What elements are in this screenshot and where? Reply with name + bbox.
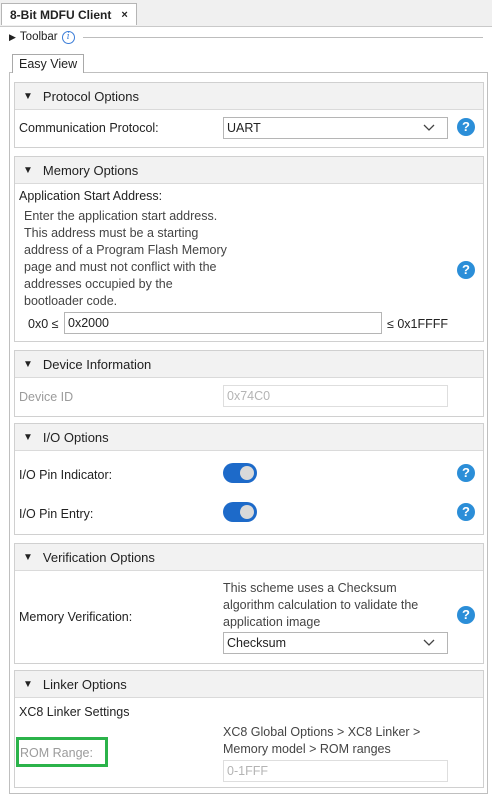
help-icon[interactable]: ? (457, 261, 475, 279)
address-min-label: 0x0 ≤ (28, 317, 59, 331)
linker-options-section: ▼ Linker Options XC8 Linker Settings XC8… (14, 670, 484, 788)
start-address-description-line: page and must not conflict with the (24, 260, 217, 274)
protocol-options-header[interactable]: ▼ Protocol Options (15, 83, 483, 110)
rom-range-value: 0-1FFF (227, 764, 268, 778)
address-max-label: ≤ 0x1FFFF (387, 317, 449, 331)
memory-options-header[interactable]: ▼ Memory Options (15, 157, 483, 184)
communication-protocol-value: UART (227, 121, 261, 135)
editor-tab[interactable]: 8-Bit MDFU Client × (1, 3, 137, 25)
section-title: Linker Options (42, 676, 127, 692)
verification-description-line: algorithm calculation to validate the (223, 598, 419, 612)
start-address-description-line: This address must be a starting (24, 226, 199, 240)
linker-description-line: Memory model > ROM ranges (223, 742, 391, 756)
collapse-caret-icon: ▼ (23, 551, 33, 563)
io-options-header[interactable]: ▼ I/O Options (15, 424, 483, 451)
application-start-address-input[interactable]: 0x2000 (64, 312, 382, 334)
help-icon[interactable]: ? (457, 606, 475, 624)
device-information-section: ▼ Device Information Device ID 0x74C0 (14, 350, 484, 417)
chevron-down-icon (419, 121, 439, 135)
memory-verification-value: Checksum (227, 636, 287, 650)
device-id-label: Device ID (19, 390, 74, 404)
linker-options-header[interactable]: ▼ Linker Options (15, 671, 483, 698)
memory-verification-label: Memory Verification: (19, 610, 133, 624)
verification-description-line: This scheme uses a Checksum (223, 581, 397, 595)
memory-options-section: ▼ Memory Options Application Start Addre… (14, 156, 484, 342)
help-icon[interactable]: ? (457, 503, 475, 521)
verification-options-header[interactable]: ▼ Verification Options (15, 544, 483, 571)
toolbar-divider (82, 36, 483, 38)
tab-easy-view-label: Easy View (19, 57, 78, 71)
verification-options-section: ▼ Verification Options Memory Verificati… (14, 543, 484, 664)
start-address-description-line: bootloader code. (24, 294, 118, 308)
linker-description-line: XC8 Global Options > XC8 Linker > (223, 725, 421, 739)
info-icon[interactable]: i (61, 30, 75, 44)
io-pin-indicator-label: I/O Pin Indicator: (19, 468, 113, 482)
rom-range-field: 0-1FFF (223, 760, 448, 782)
io-options-section: ▼ I/O Options I/O Pin Indicator: ? I/O P… (14, 423, 484, 535)
editor-tab-title: 8-Bit MDFU Client (10, 7, 112, 22)
section-title: Verification Options (42, 549, 155, 565)
device-information-header[interactable]: ▼ Device Information (15, 351, 483, 378)
collapse-caret-icon: ▼ (23, 164, 33, 176)
section-title: Protocol Options (42, 88, 140, 104)
application-start-address-label: Application Start Address: (19, 189, 163, 203)
collapse-caret-icon: ▼ (23, 678, 33, 690)
toolbar-label[interactable]: Toolbar (20, 31, 58, 43)
communication-protocol-label: Communication Protocol: (19, 121, 159, 135)
collapse-caret-icon: ▼ (23, 431, 33, 443)
io-pin-entry-label: I/O Pin Entry: (19, 507, 94, 521)
communication-protocol-select[interactable]: UART (223, 117, 448, 139)
section-title: I/O Options (42, 429, 109, 445)
start-address-description-line: address of a Program Flash Memory (24, 243, 227, 257)
toggle-knob (240, 466, 254, 480)
device-id-field: 0x74C0 (223, 385, 448, 407)
memory-verification-select[interactable]: Checksum (223, 632, 448, 654)
close-icon[interactable]: × (121, 9, 127, 21)
io-pin-entry-toggle[interactable] (223, 502, 257, 522)
help-icon[interactable]: ? (457, 118, 475, 136)
protocol-options-section: ▼ Protocol Options Communication Protoco… (14, 82, 484, 148)
collapse-caret-icon: ▼ (23, 358, 33, 370)
toggle-knob (240, 505, 254, 519)
start-address-description-line: addresses occupied by the (24, 277, 173, 291)
xc8-linker-settings-label: XC8 Linker Settings (19, 705, 130, 719)
chevron-down-icon (419, 636, 439, 650)
section-title: Device Information (42, 356, 152, 372)
rom-range-highlight-box (16, 737, 108, 767)
collapse-caret-icon: ▼ (23, 90, 33, 102)
application-start-address-value: 0x2000 (68, 316, 110, 330)
expand-triangle-icon[interactable]: ▶ (9, 32, 16, 43)
tab-easy-view[interactable]: Easy View (12, 54, 85, 73)
start-address-description-line: Enter the application start address. (24, 209, 218, 223)
toolbar-row: ▶ Toolbar i (9, 27, 491, 47)
io-pin-indicator-toggle[interactable] (223, 463, 257, 483)
verification-description-line: application image (223, 615, 321, 629)
help-icon[interactable]: ? (457, 464, 475, 482)
section-title: Memory Options (42, 162, 139, 178)
device-id-value: 0x74C0 (227, 389, 271, 403)
